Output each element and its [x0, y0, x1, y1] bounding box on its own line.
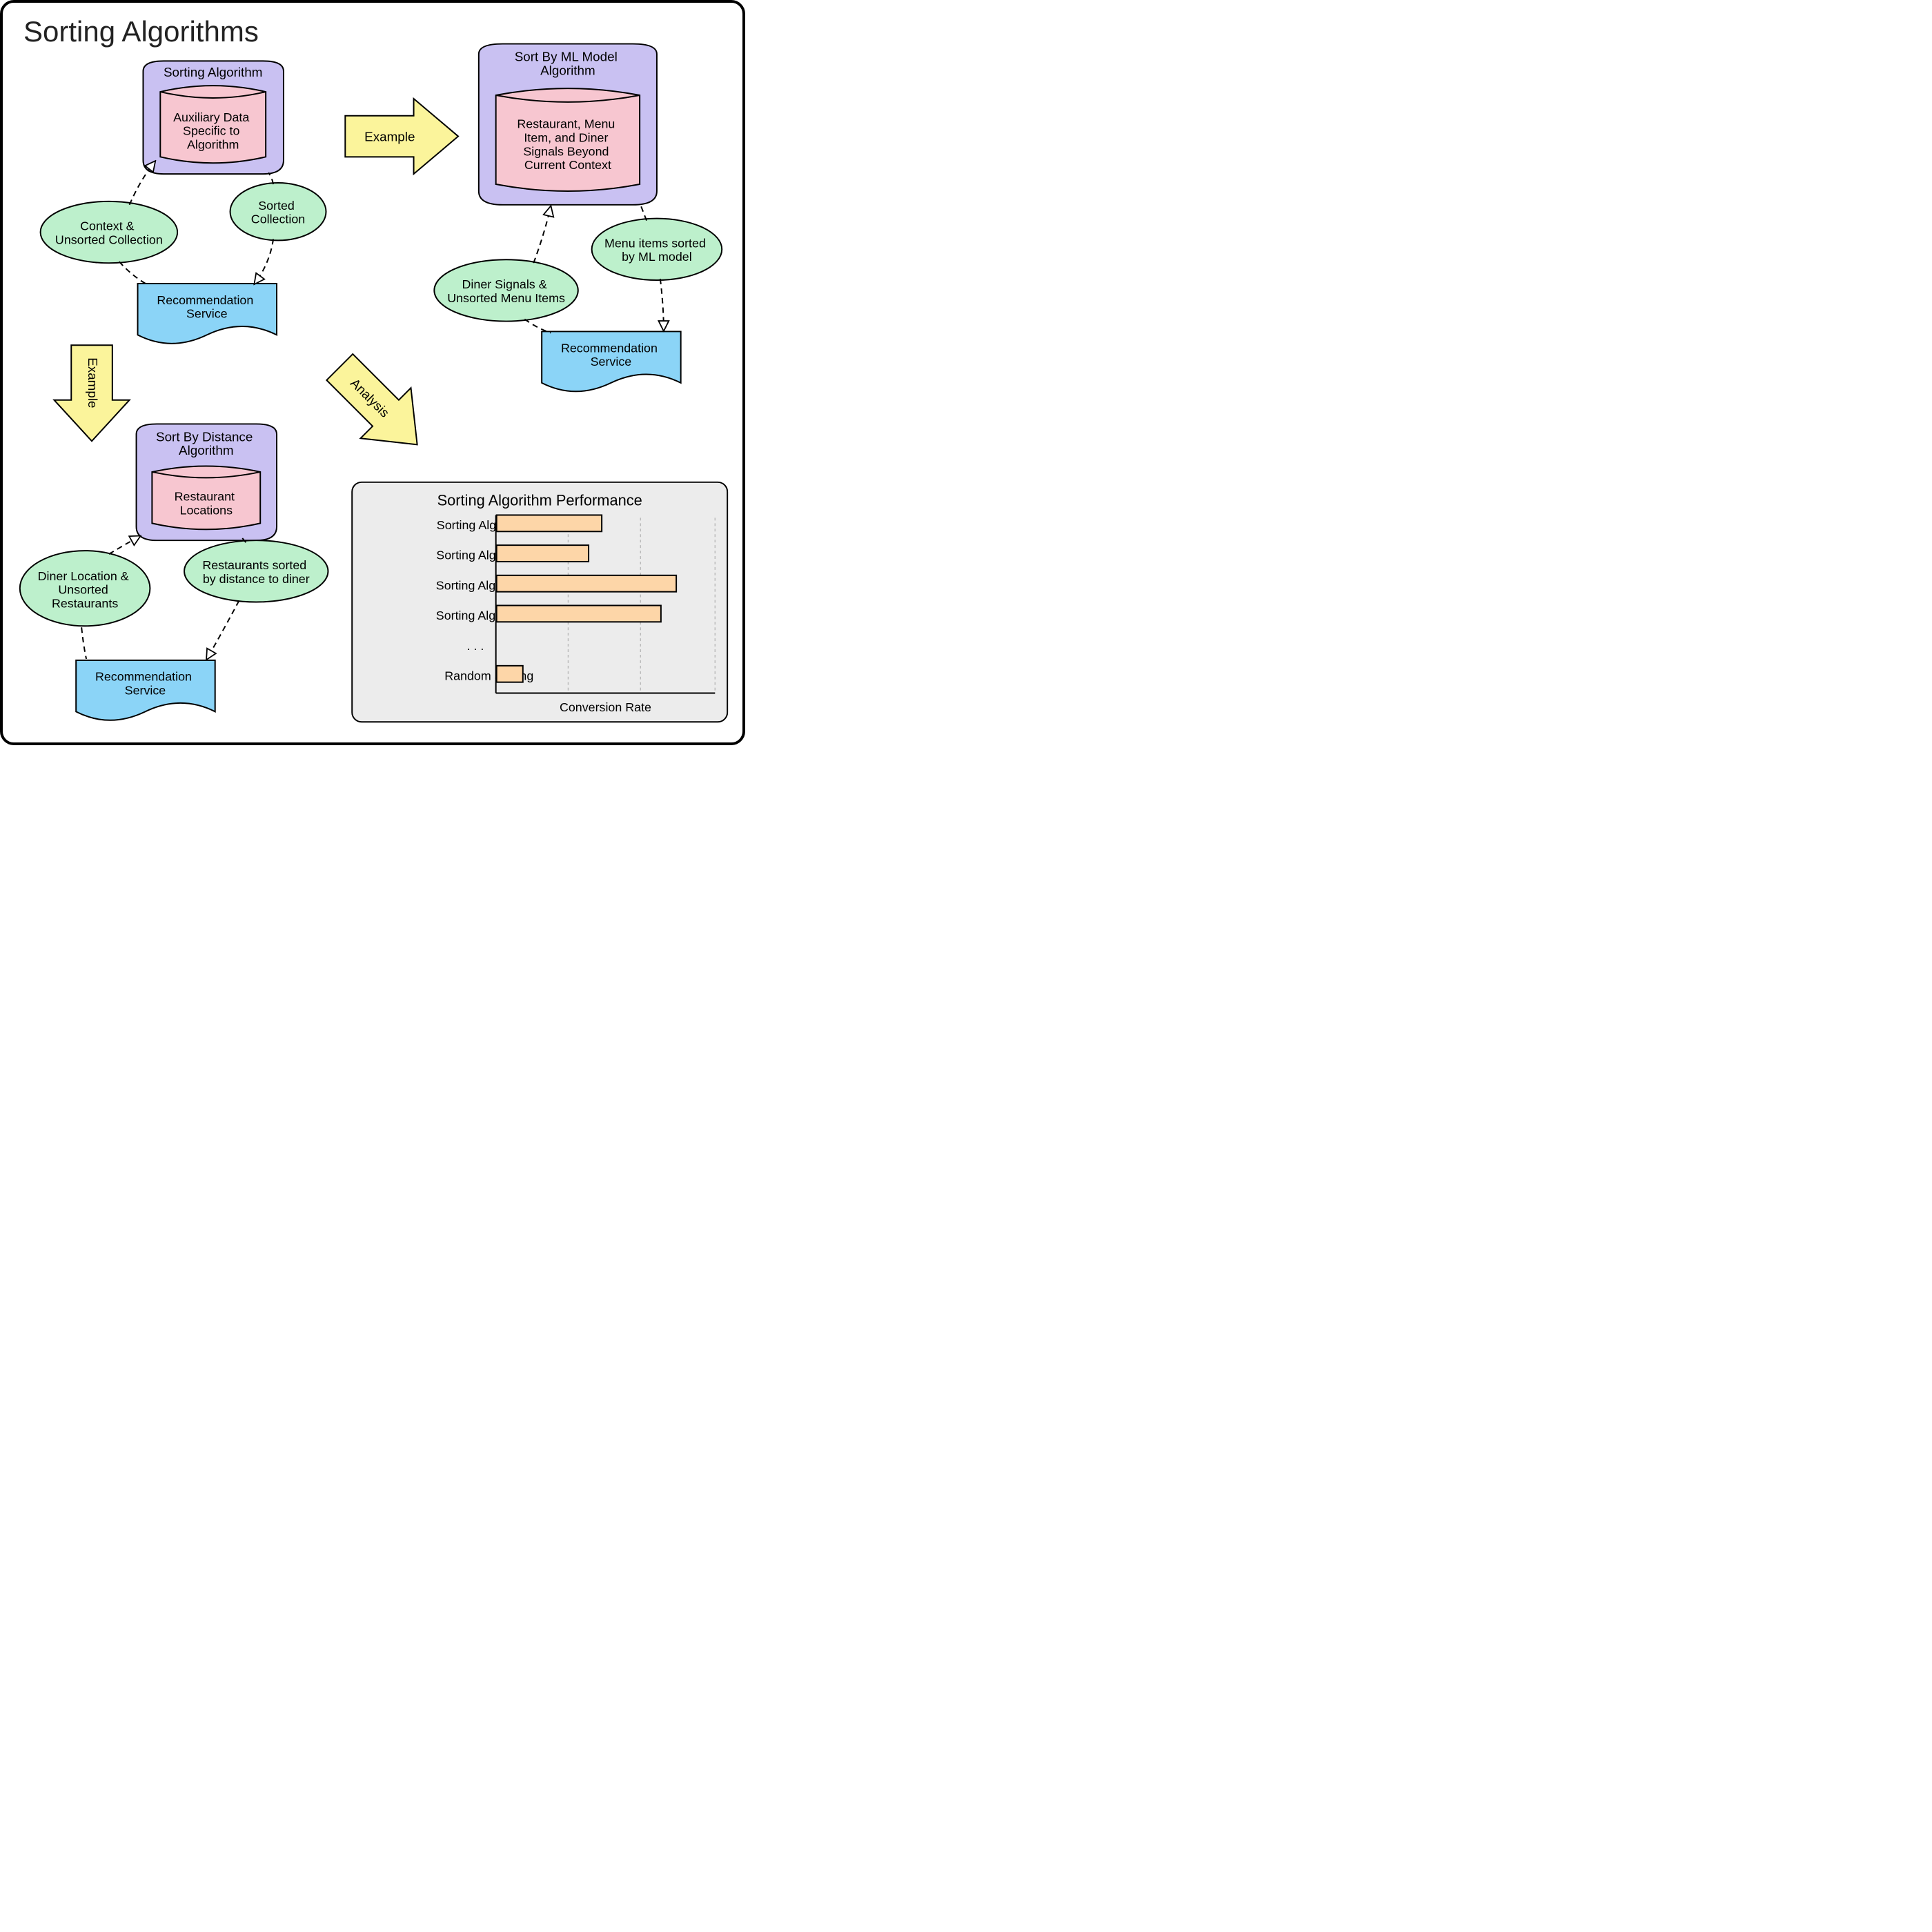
arrow-ml-up-left	[533, 207, 551, 263]
ellipse-distance-output-label: Restaurants sorted by distance to diner	[202, 558, 310, 586]
arrow-example-down: Example	[54, 345, 129, 441]
diagram-canvas: Sorting Algorithms Sorting Algorithm Aux…	[0, 0, 745, 745]
chart-ellipsis: . . .	[466, 639, 484, 653]
chart-bar	[497, 575, 676, 592]
chart-panel: Sorting Algorithm Performance Sorting Al…	[352, 482, 727, 722]
arrow-example-down-label: Example	[86, 357, 100, 408]
chart-bar	[497, 545, 589, 562]
db-distance-label: Restaurant Locations	[175, 489, 238, 517]
chart-bar	[497, 515, 602, 531]
arrow-dist-down-left	[81, 627, 86, 659]
group-generic: Sorting Algorithm Auxiliary Data Specifi…	[41, 61, 326, 343]
arrow-analysis: Analysis	[315, 342, 442, 470]
arrow-ml-down-right	[660, 279, 664, 330]
ellipse-ml-input-label: Diner Signals & Unsorted Menu Items	[447, 277, 565, 305]
db-ml-label: Restaurant, Menu Item, and Diner Signals…	[517, 117, 618, 172]
arrow-ml-up-right	[640, 203, 647, 221]
chart-xlabel: Conversion Rate	[560, 700, 651, 714]
group-distance: Sort By Distance Algorithm Restaurant Lo…	[20, 424, 328, 720]
group-ml: Sort By ML Model Algorithm Restaurant, M…	[434, 44, 722, 392]
arrow-generic-down-right	[255, 239, 273, 284]
arrow-example-right: Example	[345, 99, 458, 174]
arrow-example-right-label: Example	[364, 130, 415, 144]
arrow-dist-up-left	[109, 536, 140, 554]
diagram-svg: Sorting Algorithm Auxiliary Data Specifi…	[3, 3, 742, 742]
container-generic-label: Sorting Algorithm	[164, 65, 263, 79]
arrow-dist-down-right	[207, 601, 239, 659]
arrow-generic-down-left	[119, 262, 148, 285]
chart-title: Sorting Algorithm Performance	[437, 491, 642, 509]
chart-bar	[497, 666, 523, 682]
chart-bar	[497, 605, 661, 622]
ellipse-generic-output-label: Sorted Collection	[251, 199, 305, 226]
